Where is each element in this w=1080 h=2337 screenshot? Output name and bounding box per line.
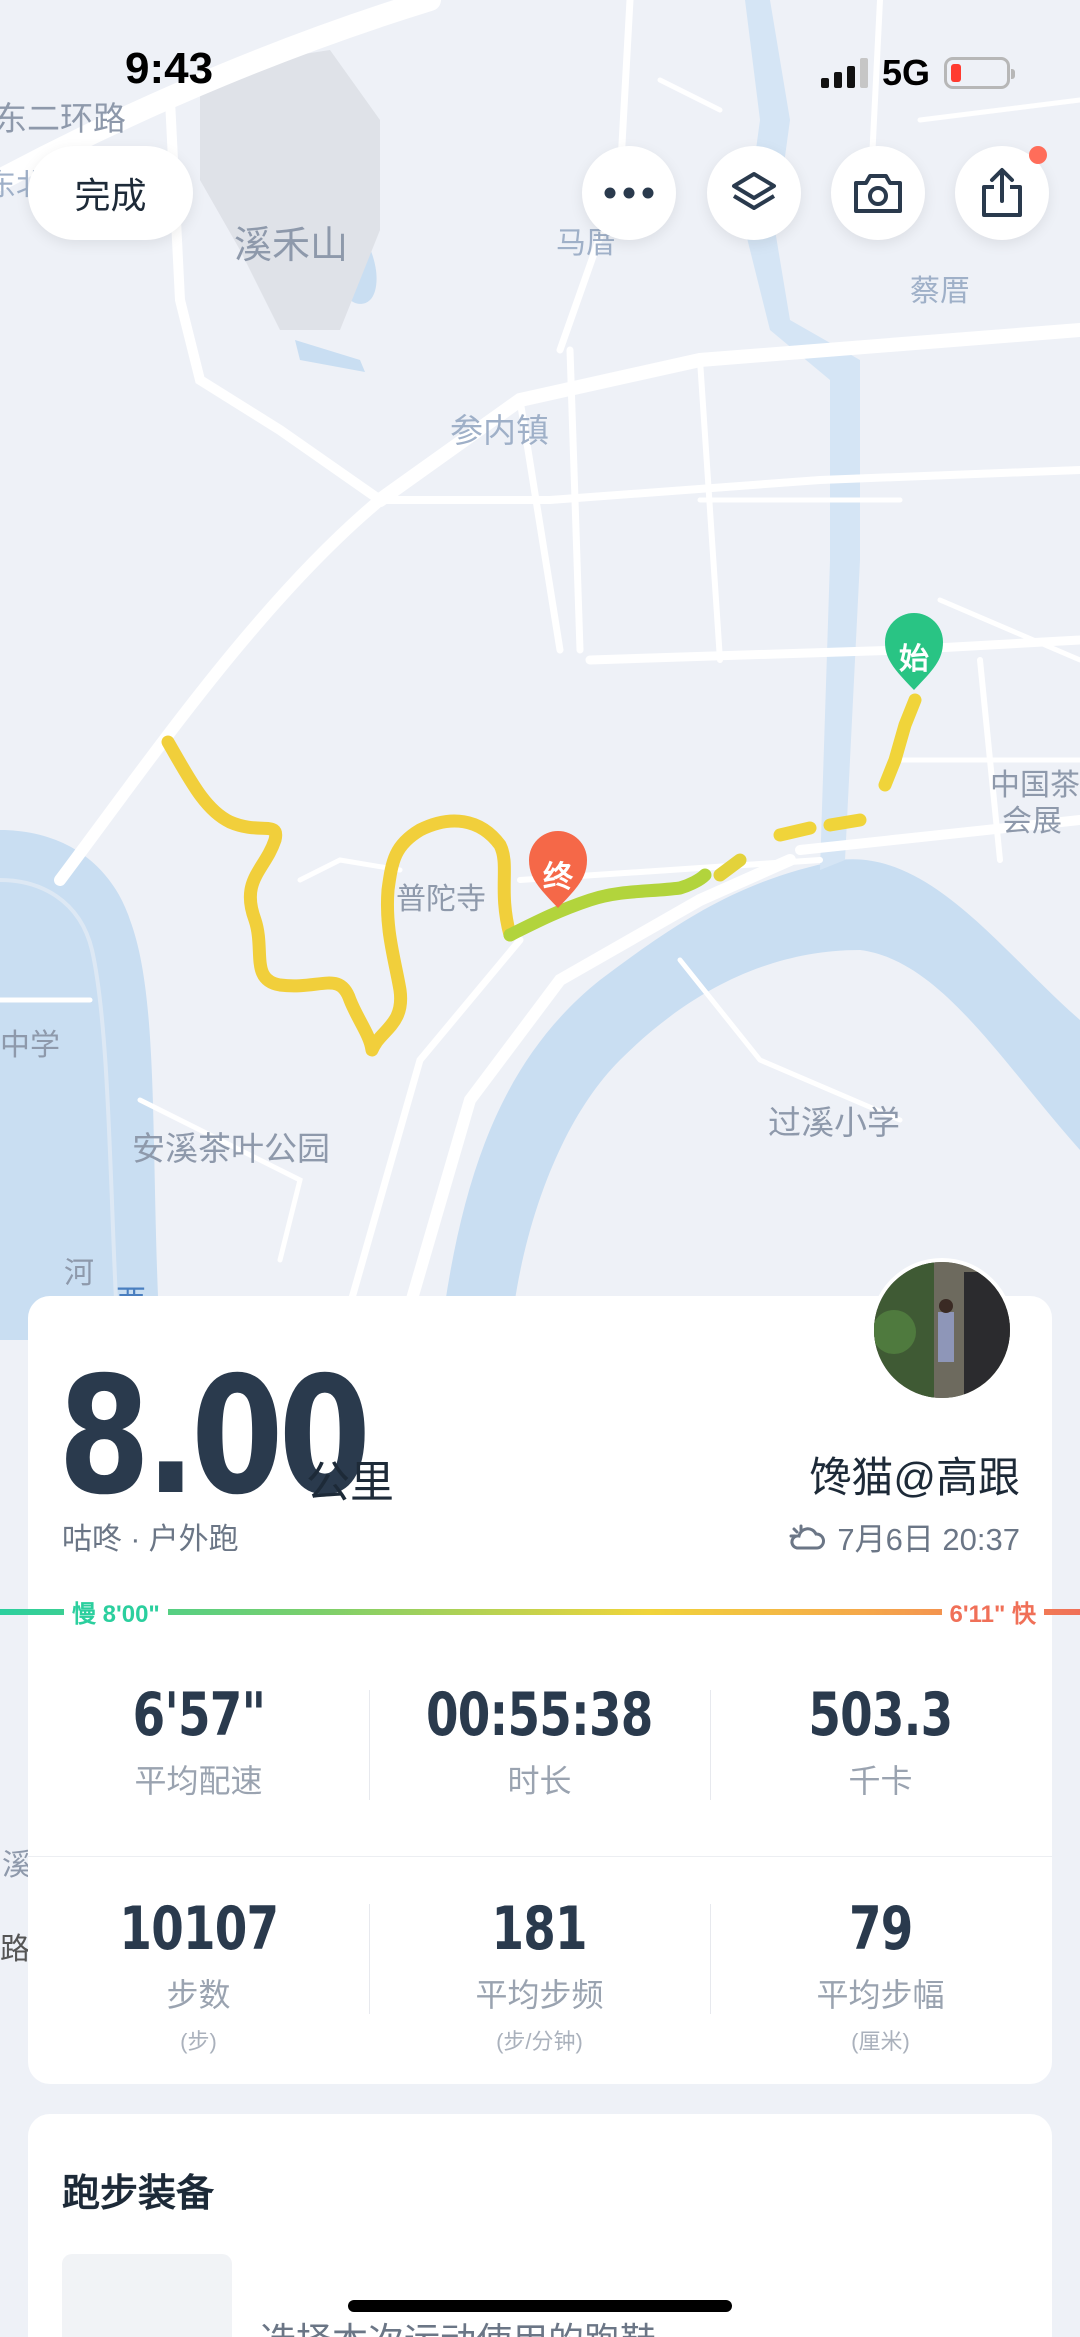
metric-label: 平均配速 <box>134 1763 263 1799</box>
status-time: 9:43 <box>125 44 214 93</box>
home-indicator[interactable] <box>348 2300 732 2312</box>
map-label-edge: 路 <box>0 1932 30 1967</box>
metric-unit: (步/分钟) <box>496 2029 583 2054</box>
signal-icon <box>820 58 868 88</box>
username: 馋猫@高跟 <box>809 1454 1020 1501</box>
metric-value: 79 <box>848 1894 913 1964</box>
done-button[interactable]: 完成 <box>28 146 193 240</box>
map-label-temple: 普陀寺 <box>396 882 486 917</box>
map-label-place: 蔡厝 <box>910 274 970 309</box>
pace-fast-label: 6'11" 快 <box>941 1594 1044 1629</box>
camera-button[interactable] <box>831 146 925 240</box>
map-label-place: 会展 <box>1002 804 1062 839</box>
metric-unit: (厘米) <box>851 2029 910 2054</box>
camera-icon <box>854 174 902 213</box>
metric-cadence: 181 平均步频 (步/分钟) <box>369 1894 710 2056</box>
metric-value: 6'57" <box>132 1680 265 1750</box>
metric-label: 千卡 <box>848 1763 913 1799</box>
workout-summary-card: 8.00 公里 咕咚 · 户外跑 馋猫@高跟 7月6日 20:37 6'57" … <box>28 1296 1052 2084</box>
map-label-park: 安溪茶叶公园 <box>132 1129 330 1168</box>
status-indicators: 5G <box>820 52 1015 94</box>
metric-value: 181 <box>491 1894 588 1964</box>
pace-scale-bar: 慢 8'00" 6'11" 快 <box>0 1594 1080 1629</box>
avatar[interactable] <box>870 1258 1014 1402</box>
metric-calories: 503.3 千卡 <box>710 1680 1051 1802</box>
gear-title: 跑步装备 <box>62 2173 215 2215</box>
metric-value: 10107 <box>119 1894 279 1964</box>
date-text: 7月6日 20:37 <box>837 1522 1020 1557</box>
metric-value: 00:55:38 <box>426 1680 653 1750</box>
metrics-row: 6'57" 平均配速 00:55:38 时长 503.3 千卡 <box>28 1680 1052 1802</box>
more-button[interactable] <box>582 146 676 240</box>
metric-label: 时长 <box>507 1763 572 1799</box>
map-layers-button[interactable] <box>707 146 801 240</box>
metric-steps: 10107 步数 (步) <box>28 1894 369 2056</box>
share-icon <box>982 168 1022 217</box>
metric-duration: 00:55:38 时长 <box>369 1680 710 1802</box>
more-icon <box>604 187 654 199</box>
activity-source: 咕咚 · 户外跑 <box>62 1523 239 1556</box>
metric-value: 503.3 <box>808 1680 953 1750</box>
avatar-image <box>874 1262 1010 1398</box>
metric-avg-pace: 6'57" 平均配速 <box>28 1680 369 1802</box>
map-label-school: 过溪小学 <box>768 1103 900 1142</box>
activity-datetime: 7月6日 20:37 <box>787 1514 1020 1559</box>
select-shoes-prompt[interactable]: 选择本次运动使用的跑鞋 <box>260 2312 656 2337</box>
weather-icon <box>789 1524 826 1549</box>
metric-label: 平均步频 <box>475 1977 604 2013</box>
metric-stride: 79 平均步幅 (厘米) <box>710 1894 1051 2056</box>
start-marker-label: 始 <box>899 642 929 677</box>
network-type: 5G <box>881 52 930 93</box>
divider <box>28 1856 1052 1857</box>
map-label-school: 中学 <box>0 1028 60 1063</box>
map-label-hill: 溪禾山 <box>234 223 349 267</box>
share-button[interactable] <box>955 146 1049 240</box>
metrics-row: 10107 步数 (步) 181 平均步频 (步/分钟) 79 平均步幅 (厘米… <box>28 1894 1052 2056</box>
shoe-icon <box>62 2254 232 2337</box>
map-label-road: 东二环路 <box>0 99 126 138</box>
layers-icon <box>732 172 776 210</box>
metric-label: 步数 <box>166 1977 231 2013</box>
pace-slow-label: 慢 8'00" <box>64 1594 168 1629</box>
metric-label: 平均步幅 <box>816 1977 945 2013</box>
map-label-river: 河 <box>64 1256 94 1291</box>
map-label-town: 参内镇 <box>450 411 549 450</box>
end-marker-label: 终 <box>543 860 573 895</box>
distance-unit: 公里 <box>306 1458 394 1507</box>
notification-dot <box>1029 146 1047 164</box>
metric-unit: (步) <box>180 2029 217 2054</box>
battery-icon <box>944 57 1015 89</box>
